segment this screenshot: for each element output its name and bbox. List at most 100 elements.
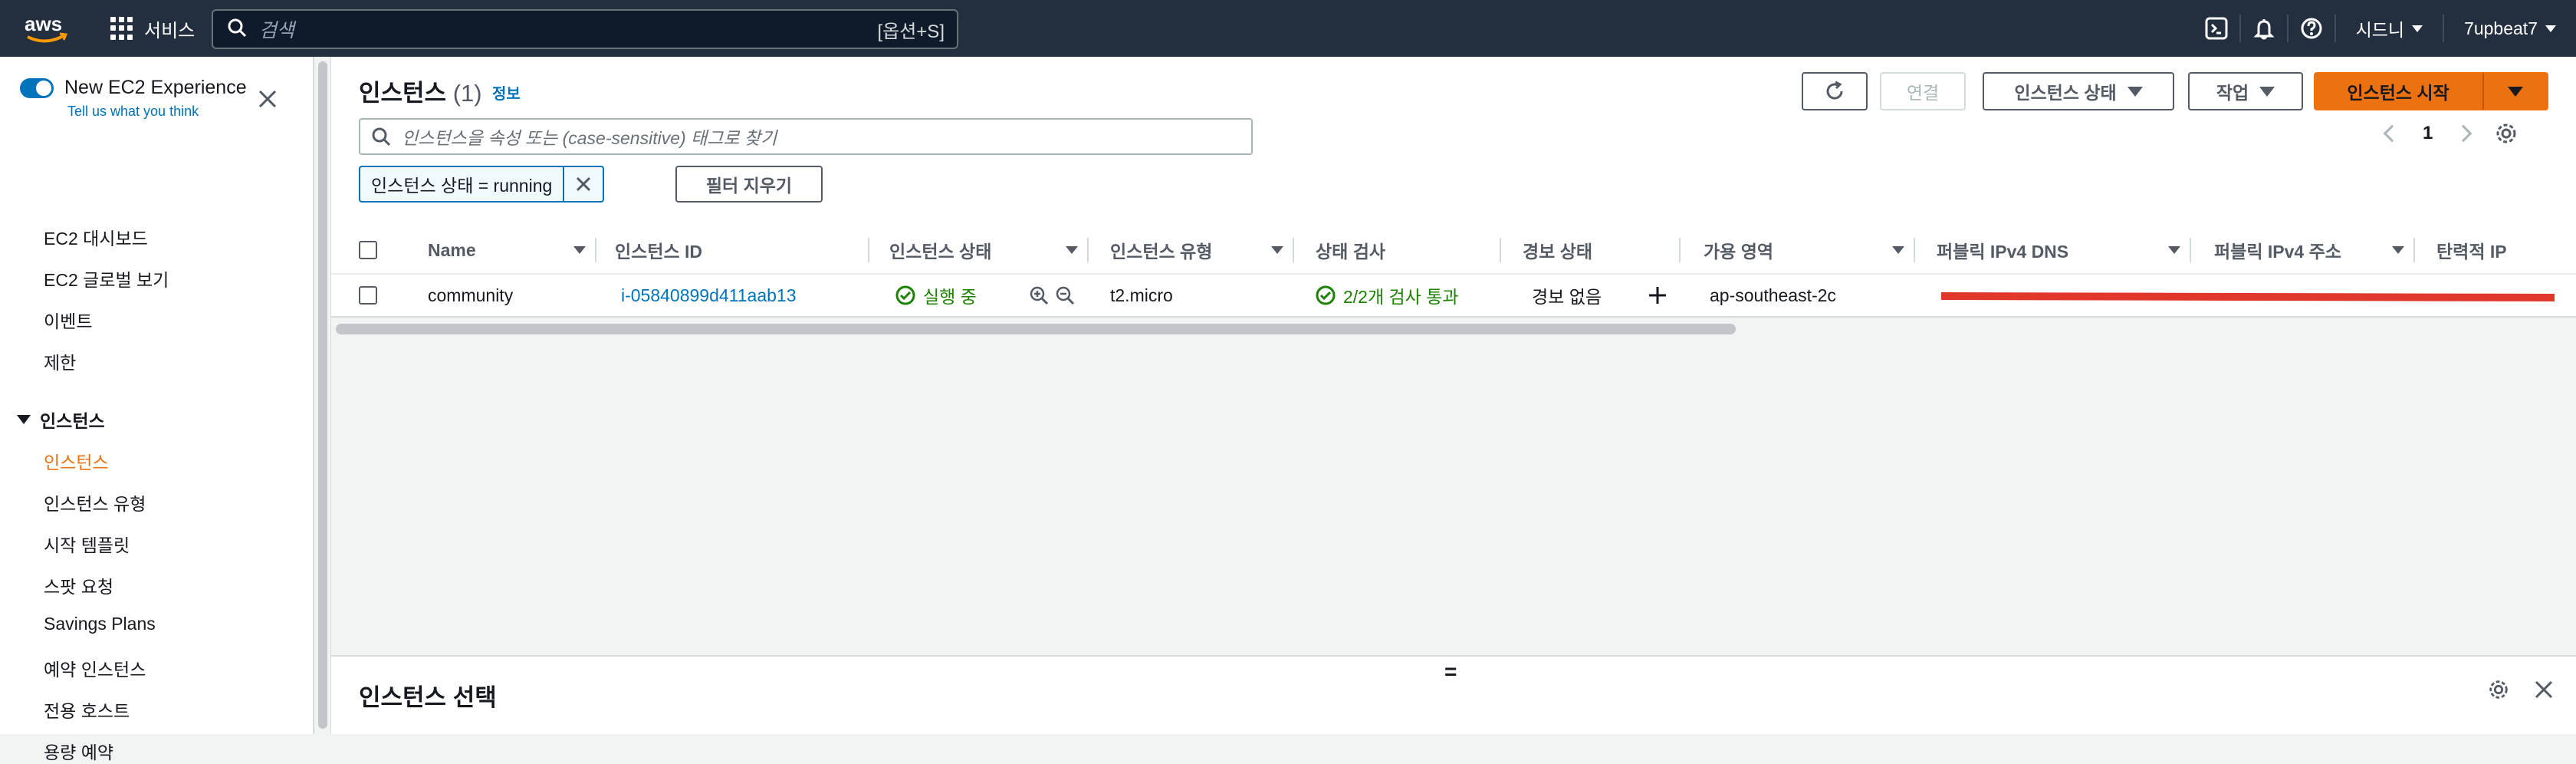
filter-token-label[interactable]: 인스턴스 상태 = running [360,167,565,201]
instance-state-label: 인스턴스 상태 [2014,83,2117,103]
nav-item-savings-plans[interactable]: Savings Plans [44,614,156,634]
filter-token: 인스턴스 상태 = running [359,166,605,203]
previous-page-icon[interactable] [2383,124,2401,143]
clear-filters-button[interactable]: 필터 지우기 [675,166,823,203]
check-circle-icon [895,285,915,305]
filter-search-input[interactable]: 인스턴스을 속성 또는 (case-sensitive) 태그로 찾기 [359,118,1253,155]
caret-down-icon [2127,86,2143,97]
column-label: 탄력적 IP [2436,242,2507,262]
next-page-icon[interactable] [2455,124,2472,143]
launch-instances-button[interactable]: 인스턴스 시작 [2314,72,2482,110]
column-label: 경보 상태 [1523,242,1593,262]
nav-item-instance-types[interactable]: 인스턴스 유형 [44,489,146,515]
settings-gear-icon[interactable] [2494,121,2518,146]
select-all-checkbox[interactable] [359,241,377,259]
actions-label: 작업 [2216,83,2249,103]
zoom-controls [1029,275,1075,316]
account-label: 7upbeat7 [2464,18,2538,38]
bell-icon[interactable] [2241,0,2287,57]
launch-dropdown-button[interactable] [2482,72,2548,110]
column-label: 상태 검사 [1316,242,1386,262]
search-placeholder: 검색 [259,20,295,41]
help-icon[interactable] [2288,0,2334,57]
feedback-link[interactable]: Tell us what you think [67,104,247,120]
connect-button[interactable]: 연결 [1880,72,1966,110]
nav-section-label: 인스턴스 [40,411,105,431]
nav-item-ec2-dashboard[interactable]: EC2 대시보드 [44,224,148,250]
instance-state-button[interactable]: 인스턴스 상태 [1983,72,2174,110]
status-check-label: 2/2개 검사 통과 [1343,287,1459,307]
refresh-icon [1826,81,1843,100]
nav-item-dedicated-hosts[interactable]: 전용 호스트 [44,696,130,723]
side-navigation: New EC2 Experience Tell us what you thin… [0,57,314,762]
column-header-instance-state[interactable]: 인스턴스 상태 [869,227,1089,273]
zoom-in-icon[interactable] [1029,285,1049,305]
column-header-name[interactable]: Name [412,227,596,273]
cell-status-check: 2/2개 검사 통과 [1316,275,1459,316]
nav-item-reserved-instances[interactable]: 예약 인스턴스 [44,655,146,681]
column-label: 퍼블릭 IPv4 DNS [1937,242,2069,262]
column-header-public-dns[interactable]: 퍼블릭 IPv4 DNS [1915,227,2191,273]
nav-item-capacity-reservations[interactable]: 용량 예약 [44,738,113,764]
nav-section-instances[interactable]: 인스턴스 [17,407,105,433]
column-header-elastic-ip[interactable]: 탄력적 IP [2415,227,2576,273]
column-header-instance-id[interactable]: 인스턴스 ID [596,227,869,273]
new-experience-title: New EC2 Experience [64,77,247,98]
nav-item-instances[interactable]: 인스턴스 [44,448,109,474]
column-header-availability-zone[interactable]: 가용 영역 [1681,227,1915,273]
global-search-input[interactable]: 검색 [옵션+S] [212,9,958,49]
nav-item-events[interactable]: 이벤트 [44,307,92,333]
sort-icon [573,246,586,254]
column-header-instance-type[interactable]: 인스턴스 유형 [1089,227,1294,273]
sidebar-scrollbar[interactable] [314,57,331,734]
horizontal-scrollbar-thumb[interactable] [336,324,1736,334]
column-label: 퍼블릭 IPv4 주소 [2214,242,2341,262]
settings-gear-icon[interactable] [2487,678,2510,701]
cell-name: community [428,285,514,305]
row-checkbox[interactable] [359,286,377,305]
details-split-panel: = 인스턴스 선택 [331,655,2576,734]
column-header-public-ipv4[interactable]: 퍼블릭 IPv4 주소 [2191,227,2415,273]
new-experience-toggle[interactable] [20,78,54,98]
cloudshell-icon[interactable] [2193,0,2239,57]
region-label: 시드니 [2355,20,2405,40]
page-title-text: 인스턴스 [359,80,447,107]
sort-icon [1271,246,1283,254]
account-menu[interactable]: 7upbeat7 [2444,18,2576,39]
cell-instance-id-link[interactable]: i-05840899d411aab13 [621,275,797,316]
remove-filter-icon[interactable] [564,167,603,201]
region-selector[interactable]: 시드니 [2336,15,2443,41]
nav-item-limits[interactable]: 제한 [44,348,76,374]
services-label: 서비스 [144,20,196,41]
zoom-out-icon[interactable] [1055,285,1075,305]
nav-item-launch-templates[interactable]: 시작 템플릿 [44,531,130,557]
state-label: 실행 중 [923,287,977,307]
column-header-status-check[interactable]: 상태 검사 [1294,227,1501,273]
top-navigation-bar: aws 서비스 검색 [옵션+S] 시드니 7upbeat7 [0,0,2576,57]
column-header-alarm-status[interactable]: 경보 상태 [1501,227,1681,273]
details-panel-title: 인스턴스 선택 [359,684,497,711]
check-circle-icon [1316,285,1336,305]
close-icon[interactable] [256,87,279,110]
scrollbar-thumb[interactable] [318,61,327,729]
column-label: Name [428,239,476,260]
resize-handle[interactable]: = [1444,660,1457,684]
add-alarm-icon[interactable] [1647,275,1668,316]
services-menu-button[interactable]: 서비스 [110,14,195,43]
instance-count: (1) [452,80,482,107]
cell-alarm-status: 경보 없음 [1532,287,1602,307]
close-icon[interactable] [2533,679,2555,700]
current-page[interactable]: 1 [2423,123,2433,144]
instances-table-panel: 인스턴스 (1) 정보 연결 인스턴스 상태 작업 인스턴스 시작 인스턴스을 … [331,57,2576,334]
main-content: 인스턴스 (1) 정보 연결 인스턴스 상태 작업 인스턴스 시작 인스턴스을 … [331,57,2576,734]
info-link[interactable]: 정보 [492,81,521,104]
aws-logo[interactable]: aws [23,11,69,46]
sort-icon [2392,246,2404,254]
nav-item-spot-requests[interactable]: 스팟 요청 [44,572,113,598]
column-label: 가용 영역 [1704,242,1774,262]
nav-item-global-view[interactable]: EC2 글로벌 보기 [44,265,169,291]
actions-button[interactable]: 작업 [2188,72,2303,110]
table-header-row: Name 인스턴스 ID 인스턴스 상태 인스턴스 유형 상태 검사 경보 상태… [331,227,2576,273]
refresh-button[interactable] [1802,72,1868,110]
cell-instance-type: t2.micro [1110,285,1173,305]
